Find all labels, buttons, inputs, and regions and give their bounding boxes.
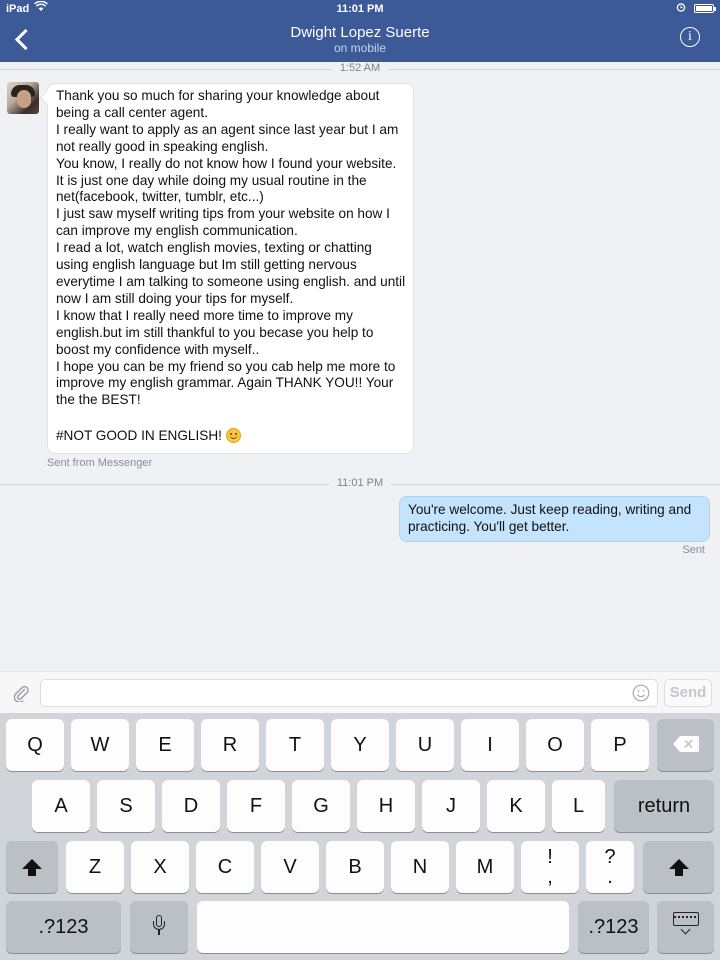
- key-y[interactable]: Y: [331, 719, 389, 771]
- key-n[interactable]: N: [391, 841, 449, 893]
- emoji-icon[interactable]: [632, 684, 650, 702]
- outgoing-message-bubble[interactable]: You're welcome. Just keep reading, writi…: [399, 496, 710, 542]
- delete-icon: ✕: [672, 735, 699, 752]
- space-bar[interactable]: [197, 901, 569, 953]
- key-t[interactable]: T: [266, 719, 324, 771]
- message-paragraph: I read a lot, watch english movies, text…: [56, 240, 406, 306]
- shift-key-right[interactable]: [643, 841, 714, 893]
- key-d[interactable]: D: [162, 780, 220, 832]
- key-bottom-glyph: .: [607, 866, 613, 888]
- message-paragraph: I really want to apply as an agent since…: [56, 121, 399, 154]
- key-question-period[interactable]: ? .: [586, 841, 634, 893]
- message-paragraph: I know that I really need more time to i…: [56, 307, 374, 357]
- outgoing-message-text: You're welcome. Just keep reading, writi…: [408, 502, 692, 534]
- numbers-key-left[interactable]: .?123: [6, 901, 121, 953]
- key-i[interactable]: I: [461, 719, 519, 771]
- key-w[interactable]: W: [71, 719, 129, 771]
- back-button[interactable]: [10, 25, 36, 53]
- message-composer: Send: [0, 671, 720, 714]
- message-paragraph: Thank you so much for sharing your knowl…: [56, 88, 380, 120]
- time-separator: 11:01 PM: [0, 477, 720, 491]
- dictation-key[interactable]: [130, 901, 188, 953]
- status-time: 11:01 PM: [336, 3, 384, 15]
- alarm-icon: [676, 2, 686, 15]
- conversation-title: Dwight Lopez Suerte: [290, 24, 430, 41]
- shift-icon: [668, 858, 689, 876]
- battery-icon: [694, 4, 716, 13]
- key-h[interactable]: H: [357, 780, 415, 832]
- key-top-glyph: ?: [604, 846, 616, 868]
- message-blank-line: [56, 409, 407, 426]
- key-q[interactable]: Q: [6, 719, 64, 771]
- info-icon[interactable]: i: [680, 27, 700, 47]
- key-p[interactable]: P: [591, 719, 649, 771]
- message-paragraph: You know, I really do not know how I fou…: [56, 155, 397, 205]
- delivery-status: Sent: [682, 544, 705, 556]
- shift-icon: [22, 858, 42, 876]
- key-v[interactable]: V: [261, 841, 319, 893]
- time-separator: 1:52 AM: [0, 62, 720, 76]
- smile-emoji-icon: [225, 428, 241, 444]
- microphone-icon: [153, 914, 165, 937]
- return-key[interactable]: return: [614, 780, 714, 832]
- key-m[interactable]: M: [456, 841, 514, 893]
- hide-keyboard-icon: [672, 911, 699, 936]
- key-s[interactable]: S: [97, 780, 155, 832]
- key-e[interactable]: E: [136, 719, 194, 771]
- delete-key[interactable]: ✕: [657, 719, 714, 771]
- key-g[interactable]: G: [292, 780, 350, 832]
- status-bar: iPad 11:01 PM: [0, 0, 720, 20]
- incoming-message-bubble[interactable]: Thank you so much for sharing your knowl…: [39, 83, 414, 454]
- key-k[interactable]: K: [487, 780, 545, 832]
- back-chevron-icon: [14, 28, 36, 50]
- separator-time: 11:01 PM: [328, 477, 392, 489]
- key-u[interactable]: U: [396, 719, 454, 771]
- key-l[interactable]: L: [552, 780, 605, 832]
- key-a[interactable]: A: [32, 780, 90, 832]
- hide-keyboard-key[interactable]: [657, 901, 714, 953]
- keyboard: Q W E R T Y U I O P ✕ A S D F G H J K L …: [0, 713, 720, 960]
- message-hashtag-line: #NOT GOOD IN ENGLISH!: [56, 428, 222, 444]
- message-paragraph: I hope you can be my friend so you cab h…: [56, 358, 396, 408]
- key-o[interactable]: O: [526, 719, 584, 771]
- key-x[interactable]: X: [131, 841, 189, 893]
- key-top-glyph: !: [547, 846, 553, 868]
- numbers-key-right[interactable]: .?123: [578, 901, 649, 953]
- message-paragraph: I just saw myself writing tips from your…: [56, 206, 390, 239]
- message-input[interactable]: [40, 679, 658, 707]
- separator-time: 1:52 AM: [331, 62, 389, 74]
- avatar[interactable]: [7, 82, 39, 114]
- sent-from-label: Sent from Messenger: [47, 457, 153, 469]
- presence-status: on mobile: [333, 41, 387, 55]
- key-z[interactable]: Z: [66, 841, 124, 893]
- key-bottom-glyph: ,: [547, 866, 553, 888]
- key-b[interactable]: B: [326, 841, 384, 893]
- shift-key-left[interactable]: [6, 841, 58, 893]
- key-exclamation-comma[interactable]: ! ,: [521, 841, 579, 893]
- key-j[interactable]: J: [422, 780, 480, 832]
- key-f[interactable]: F: [227, 780, 285, 832]
- paperclip-icon[interactable]: [12, 684, 30, 703]
- send-button[interactable]: Send: [664, 679, 712, 707]
- key-r[interactable]: R: [201, 719, 259, 771]
- key-c[interactable]: C: [196, 841, 254, 893]
- message-paragraph: #NOT GOOD IN ENGLISH!: [56, 428, 407, 445]
- nav-bar: iPad 11:01 PM Dwight Lopez Suerte on mob…: [0, 0, 720, 62]
